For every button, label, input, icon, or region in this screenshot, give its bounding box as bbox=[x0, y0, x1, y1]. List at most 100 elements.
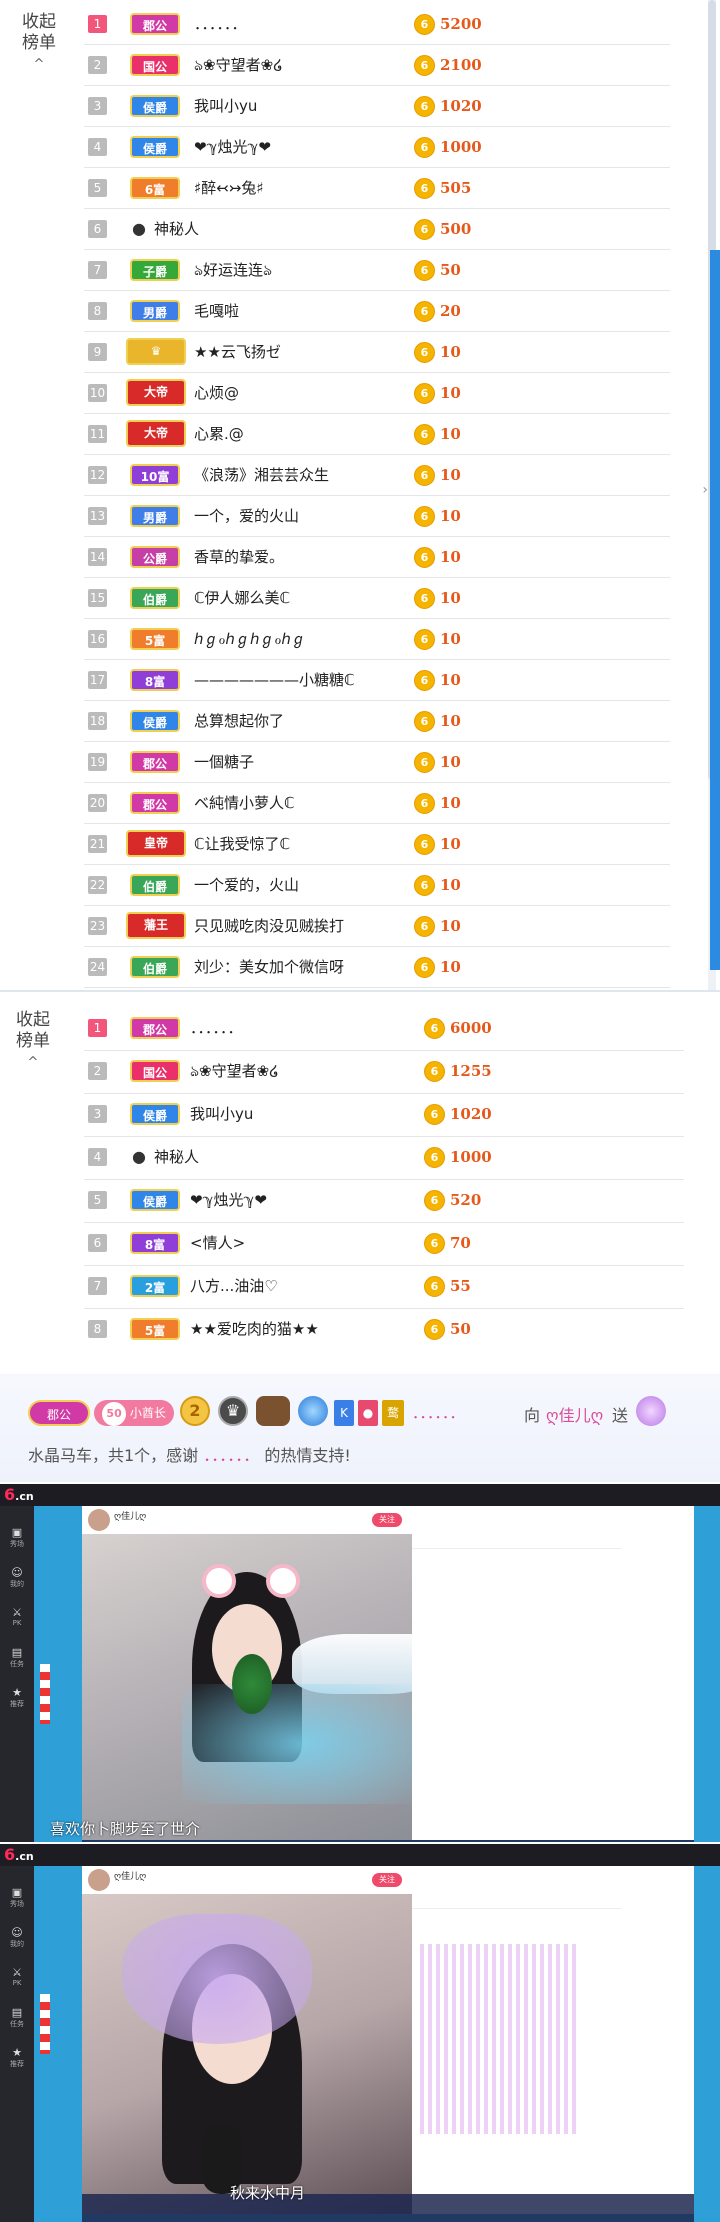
contribution-amount: 520 bbox=[450, 1191, 482, 1209]
ranking-row[interactable]: 21 皇帝 ℂ让我受惊了ℂ 6 10 bbox=[84, 824, 670, 865]
ranking-row[interactable]: 4 侯爵 ❤ℽ烛光ℽ❤ 6 1000 bbox=[84, 127, 670, 168]
user-name[interactable]: ঌ好运连连ঌ bbox=[194, 250, 272, 291]
ranking-row[interactable]: 4 ● 神秘人 6 1000 bbox=[84, 1137, 684, 1180]
contribution-amount: 505 bbox=[440, 179, 472, 197]
follow-button[interactable]: 关注 bbox=[372, 1513, 402, 1527]
ranking-row[interactable]: 24 伯爵 刘少：美女加个微信呀 6 10 bbox=[84, 947, 670, 988]
user-name[interactable]: 只见贼吃肉没见贼挨打 bbox=[194, 906, 344, 947]
collapse-button[interactable]: 收起 榜单 ^ bbox=[16, 1010, 50, 1073]
user-name[interactable]: ．．．．．． bbox=[194, 4, 247, 45]
ranking-row[interactable]: 7 2富 八方...油油♡ 6 55 bbox=[84, 1266, 684, 1309]
rank-number: 10 bbox=[88, 384, 107, 402]
user-name[interactable]: 心烦@ bbox=[194, 373, 239, 414]
user-name[interactable]: ❤ℽ烛光ℽ❤ bbox=[194, 127, 271, 168]
contribution-amount: 10 bbox=[440, 958, 461, 976]
ranking-row[interactable]: 2 国公 ঌ❀守望者❀໒ 6 2100 bbox=[84, 45, 670, 86]
sidebar-item[interactable]: ★ 推荐 bbox=[4, 2046, 30, 2069]
ranking-row[interactable]: 5 侯爵 ❤ℽ烛光ℽ❤ 6 520 bbox=[84, 1180, 684, 1223]
user-name[interactable]: 毛嘎啦 bbox=[194, 291, 239, 332]
sidebar-item[interactable]: ⚔ PK bbox=[4, 1966, 30, 1987]
user-name[interactable]: ℂ让我受惊了ℂ bbox=[194, 824, 290, 865]
ranking-row[interactable]: 9 ♛ ★★云飞扬ゼ 6 10 bbox=[84, 332, 670, 373]
user-name[interactable]: ℂ伊人娜么美ℂ bbox=[194, 578, 290, 619]
sidebar-item[interactable]: ▣ 秀场 bbox=[4, 1526, 30, 1549]
user-name[interactable]: 我叫小yu bbox=[190, 1094, 253, 1135]
ranking-row[interactable]: 17 8富 ———————小糖糖ℂ 6 10 bbox=[84, 660, 670, 701]
user-name[interactable]: ★★爱吃肉的猫★★ bbox=[190, 1309, 319, 1350]
video-stream[interactable] bbox=[82, 1894, 412, 2214]
user-name[interactable]: ঌ❀守望者❀໒ bbox=[194, 45, 283, 86]
ranking-row[interactable]: 6 8富 <情人> 6 70 bbox=[84, 1223, 684, 1266]
rank-badge: 伯爵 bbox=[130, 874, 180, 896]
ranking-row[interactable]: 13 男爵 一个，爱的火山 6 10 bbox=[84, 496, 670, 537]
ranking-row[interactable]: 3 侯爵 我叫小yu 6 1020 bbox=[84, 1094, 684, 1137]
video-stream[interactable] bbox=[82, 1534, 432, 1840]
ranking-row[interactable]: 12 10富 《浪荡》湘芸芸众生 6 10 bbox=[84, 455, 670, 496]
user-name[interactable]: ❤ℽ烛光ℽ❤ bbox=[190, 1180, 267, 1221]
ranking-row[interactable]: 7 子爵 ঌ好运连连ঌ 6 50 bbox=[84, 250, 670, 291]
ranking-row[interactable]: 1 郡公 ．．．．．． 6 5200 bbox=[84, 4, 670, 45]
ranking-row[interactable]: 6 ● 神秘人 6 500 bbox=[84, 209, 670, 250]
user-name[interactable]: 一個糖子 bbox=[194, 742, 254, 783]
coin-icon: 6 bbox=[414, 424, 435, 445]
user-name[interactable]: 神秘人 bbox=[154, 209, 199, 250]
user-name[interactable]: ★★云飞扬ゼ bbox=[194, 332, 281, 373]
user-name[interactable]: ঌ❀守望者❀໒ bbox=[190, 1051, 279, 1092]
ranking-row[interactable]: 8 男爵 毛嘎啦 6 20 bbox=[84, 291, 670, 332]
ranking-row[interactable]: 19 郡公 一個糖子 6 10 bbox=[84, 742, 670, 783]
collapse-button[interactable]: 收起 榜单 ^ bbox=[22, 12, 56, 75]
user-name[interactable]: 总算想起你了 bbox=[194, 701, 284, 742]
site-logo[interactable]: 6.cn bbox=[4, 1484, 34, 1508]
user-name[interactable]: 我叫小yu bbox=[194, 86, 257, 127]
sidebar-item[interactable]: ☺ 我的 bbox=[4, 1926, 30, 1949]
sidebar-item[interactable]: ▤ 任务 bbox=[4, 2006, 30, 2029]
chat-tabs[interactable] bbox=[412, 1534, 622, 1549]
user-name[interactable]: ———————小糖糖ℂ bbox=[194, 660, 354, 701]
user-name[interactable]: 神秘人 bbox=[154, 1137, 199, 1178]
user-name[interactable]: <情人> bbox=[190, 1223, 245, 1264]
ranking-row[interactable]: 18 侯爵 总算想起你了 6 10 bbox=[84, 701, 670, 742]
user-name[interactable]: 《浪荡》湘芸芸众生 bbox=[194, 455, 329, 496]
user-name[interactable]: 香草的挚爱。 bbox=[194, 537, 284, 578]
collapse-label-1: 收起 bbox=[22, 12, 56, 32]
sidebar-item[interactable]: ▣ 秀场 bbox=[4, 1886, 30, 1909]
user-name[interactable]: 一个爱的，火山 bbox=[194, 865, 299, 906]
chat-tabs[interactable] bbox=[412, 1894, 622, 1909]
ranking-row[interactable]: 1 郡公 ．．．．．． 6 6000 bbox=[84, 1008, 684, 1051]
coin-icon: 6 bbox=[414, 711, 435, 732]
ranking-row[interactable]: 15 伯爵 ℂ伊人娜么美ℂ 6 10 bbox=[84, 578, 670, 619]
user-name[interactable]: 八方...油油♡ bbox=[190, 1266, 278, 1307]
ranking-row[interactable]: 22 伯爵 一个爱的，火山 6 10 bbox=[84, 865, 670, 906]
ranking-row[interactable]: 10 大帝 心烦@ 6 10 bbox=[84, 373, 670, 414]
sidebar-item[interactable]: ▤ 任务 bbox=[4, 1646, 30, 1669]
ranking-row[interactable]: 14 公爵 香草的挚爱。 6 10 bbox=[84, 537, 670, 578]
ranking-row[interactable]: 16 5富 ℎℊℴℎℊℎℊℴℎℊ 6 10 bbox=[84, 619, 670, 660]
sidebar-item[interactable]: ★ 推荐 bbox=[4, 1686, 30, 1709]
ranking-row[interactable]: 20 郡公 ベ純情小萝人ℂ 6 10 bbox=[84, 783, 670, 824]
ranking-row[interactable]: 23 藩王 只见贼吃肉没见贼挨打 6 10 bbox=[84, 906, 670, 947]
sidebar-item[interactable]: ☺ 我的 bbox=[4, 1566, 30, 1589]
chevron-right-icon[interactable]: › bbox=[702, 482, 708, 498]
rank-number: 6 bbox=[88, 220, 107, 238]
user-name[interactable]: ♯醉↢↣兔♯ bbox=[194, 168, 264, 209]
bear-ear-left bbox=[202, 1564, 236, 1598]
ranking-row[interactable]: 2 国公 ঌ❀守望者❀໒ 6 1255 bbox=[84, 1051, 684, 1094]
rank-number: 5 bbox=[88, 179, 107, 197]
ranking-row[interactable]: 11 大帝 心累.@ 6 10 bbox=[84, 414, 670, 455]
site-logo[interactable]: 6.cn bbox=[4, 1844, 34, 1868]
avatar[interactable] bbox=[88, 1509, 110, 1531]
avatar[interactable] bbox=[88, 1869, 110, 1891]
user-name[interactable]: 心累.@ bbox=[194, 414, 244, 455]
ranking-row[interactable]: 3 侯爵 我叫小yu 6 1020 bbox=[84, 86, 670, 127]
user-name[interactable]: ベ純情小萝人ℂ bbox=[194, 783, 294, 824]
follow-button[interactable]: 关注 bbox=[372, 1873, 402, 1887]
user-name[interactable]: 刘少：美女加个微信呀 bbox=[194, 947, 344, 988]
sidebar-item[interactable]: ⚔ PK bbox=[4, 1606, 30, 1627]
user-name[interactable]: 一个，爱的火山 bbox=[194, 496, 299, 537]
ranking-row[interactable]: 8 5富 ★★爱吃肉的猫★★ 6 50 bbox=[84, 1309, 684, 1350]
user-name[interactable]: ℎℊℴℎℊℎℊℴℎℊ bbox=[194, 619, 306, 660]
ranking-row[interactable]: 5 6富 ♯醉↢↣兔♯ 6 505 bbox=[84, 168, 670, 209]
coin-icon: 6 bbox=[424, 1061, 445, 1082]
gift-bar bbox=[82, 1840, 694, 1842]
user-name[interactable]: ．．．．．． bbox=[190, 1008, 243, 1049]
